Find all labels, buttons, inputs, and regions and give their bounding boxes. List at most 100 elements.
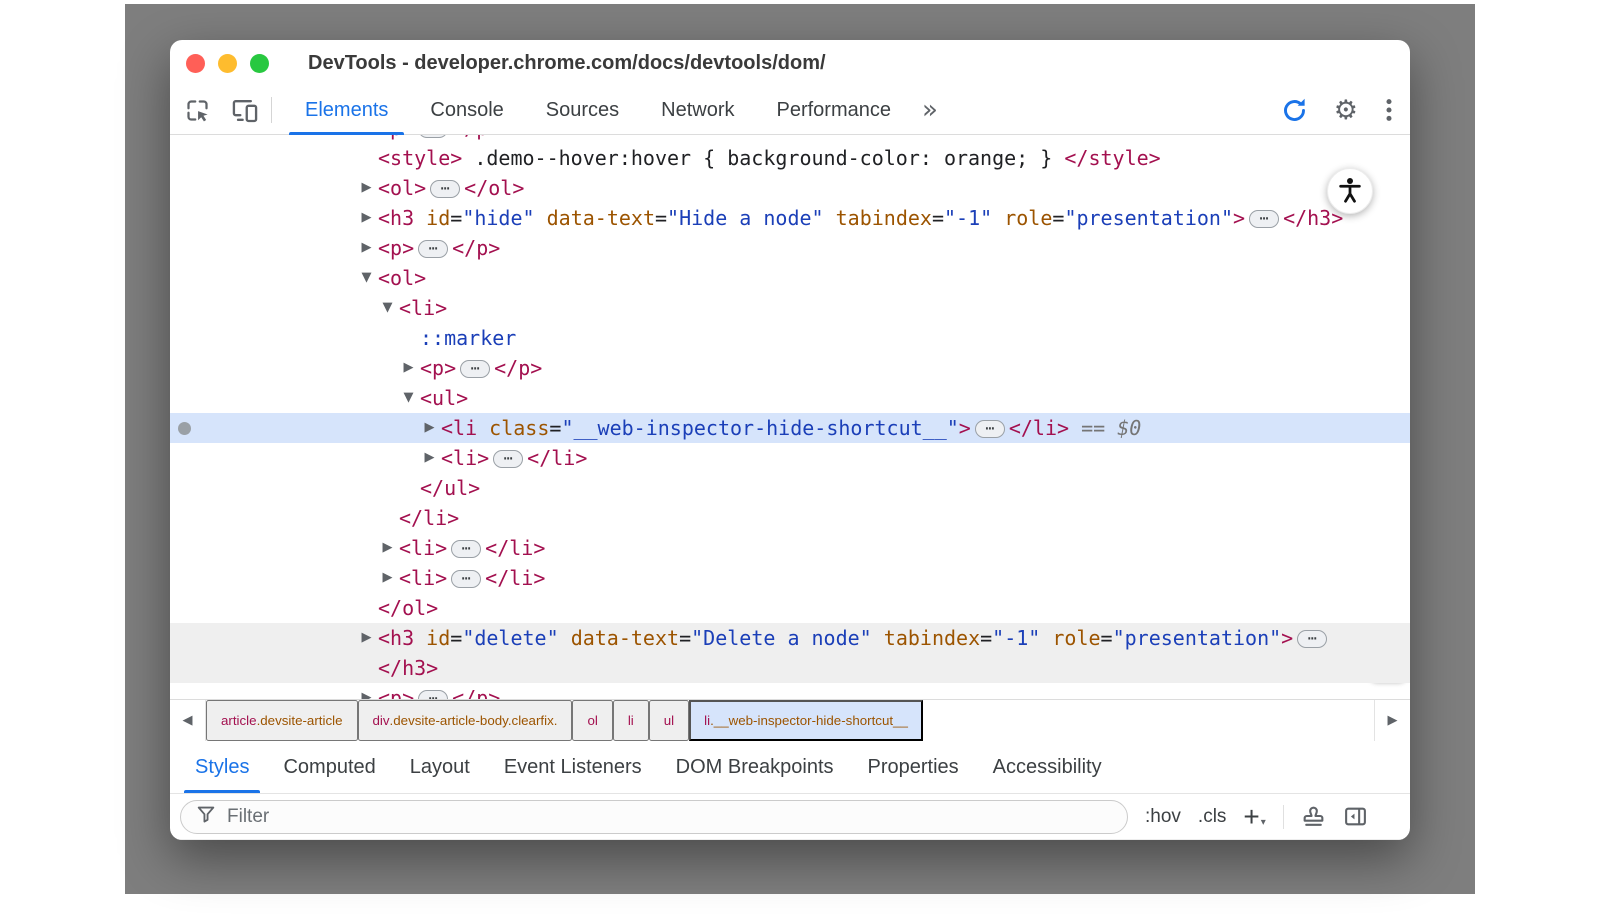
tab-console[interactable]: Console — [409, 86, 524, 135]
code-token: <p> — [378, 236, 414, 260]
collapsed-content-button[interactable]: ⋯ — [418, 690, 448, 699]
devtools-window: DevTools - developer.chrome.com/docs/dev… — [170, 40, 1410, 840]
breadcrumb-item-li-web-inspector-hide-shortcut[interactable]: li.__web-inspector-hide-shortcut__ — [689, 700, 923, 741]
dom-tree-row[interactable]: ▶<p>⋯</p> — [170, 233, 1410, 263]
maximize-window-button[interactable] — [250, 54, 269, 73]
disclosure-arrow[interactable]: ▶ — [421, 443, 438, 473]
dom-tree-row[interactable]: </ul> — [170, 473, 1410, 503]
code-token: tabindex — [836, 206, 932, 230]
code-token: </h3> — [1283, 206, 1343, 230]
sidebar-tab-dom-breakpoints[interactable]: DOM Breakpoints — [659, 741, 851, 793]
disclosure-arrow[interactable]: ▶ — [379, 563, 396, 593]
collapsed-content-button[interactable]: ⋯ — [451, 540, 481, 558]
dom-tree-row[interactable]: ▶<h3 id="hide" data-text="Hide a node" t… — [170, 203, 1410, 233]
breadcrumb-item-ol[interactable]: ol — [572, 700, 612, 741]
dom-tree-row[interactable]: ▶<p>⋯</p> — [170, 353, 1410, 383]
element-classes-button[interactable]: .cls — [1198, 806, 1227, 828]
breadcrumb-item-article-devsite-article[interactable]: article.devsite-article — [206, 700, 358, 741]
code-token: "presentation" — [1064, 206, 1233, 230]
code-token: = — [450, 206, 462, 230]
sidebar-tab-properties[interactable]: Properties — [851, 741, 976, 793]
code-token: "hide" — [462, 206, 534, 230]
code-token: <li> — [399, 566, 447, 590]
tab-network[interactable]: Network — [640, 86, 755, 135]
sidebar-tab-computed[interactable]: Computed — [266, 741, 392, 793]
code-token — [1040, 626, 1052, 650]
tab-elements[interactable]: Elements — [284, 86, 409, 135]
disclosure-arrow[interactable]: ▼ — [400, 383, 417, 413]
collapsed-content-button[interactable]: ⋯ — [460, 360, 490, 378]
tab-sources[interactable]: Sources — [525, 86, 640, 135]
disclosure-arrow[interactable]: ▶ — [421, 413, 438, 443]
code-token: "Delete a node" — [691, 626, 872, 650]
sidebar-tab-event-listeners[interactable]: Event Listeners — [487, 741, 659, 793]
tab-performance[interactable]: Performance — [756, 86, 913, 135]
close-window-button[interactable] — [186, 54, 205, 73]
dom-tree-row[interactable]: ▶<li class="__web-inspector-hide-shortcu… — [170, 413, 1410, 443]
code-token: id — [426, 206, 450, 230]
disclosure-arrow[interactable]: ▶ — [358, 623, 375, 653]
device-toolbar-icon[interactable] — [231, 97, 259, 124]
breadcrumb-scroll-right-button[interactable]: ▶ — [1374, 700, 1410, 741]
sidebar-tab-layout[interactable]: Layout — [393, 741, 487, 793]
dom-tree-row[interactable]: ▼<li> — [170, 293, 1410, 323]
collapsed-content-button[interactable]: ⋯ — [418, 135, 448, 138]
dom-tree-row[interactable]: ▶<li>⋯</li> — [170, 443, 1410, 473]
breadcrumb-item-li[interactable]: li — [613, 700, 649, 741]
disclosure-arrow[interactable]: ▶ — [358, 233, 375, 263]
code-token: ::marker — [420, 326, 516, 350]
new-style-rule-button[interactable]: + ▾ — [1243, 806, 1265, 828]
disclosure-arrow[interactable]: ▶ — [358, 683, 375, 699]
breadcrumb-item-div-devsite-article-body-clearfix[interactable]: div.devsite-article-body.clearfix. — [358, 700, 573, 741]
filter-field[interactable] — [180, 800, 1128, 834]
code-token — [872, 626, 884, 650]
breadcrumb-scroll-left-button[interactable]: ◀ — [170, 700, 206, 741]
disclosure-arrow[interactable]: ▼ — [379, 293, 396, 323]
sidebar-tab-accessibility[interactable]: Accessibility — [976, 741, 1119, 793]
settings-gear-icon[interactable]: ⚙ — [1334, 97, 1358, 124]
crumb-tag: ul — [664, 713, 674, 728]
dom-tree-row[interactable]: </h3> — [170, 653, 1410, 683]
dom-tree-row[interactable]: <style> .demo--hover:hover { background-… — [170, 143, 1410, 173]
collapsed-content-button[interactable]: ⋯ — [493, 450, 523, 468]
collapsed-content-button[interactable]: ⋯ — [451, 570, 481, 588]
disclosure-arrow[interactable]: ▶ — [358, 135, 375, 143]
dom-tree-row[interactable]: ▶<ol>⋯</ol> — [170, 173, 1410, 203]
collapsed-content-button[interactable]: ⋯ — [1297, 630, 1327, 648]
dom-tree-row[interactable]: </ol> — [170, 593, 1410, 623]
sidebar-tab-styles[interactable]: Styles — [178, 741, 266, 793]
dom-tree-row[interactable]: ▶<li>⋯</li> — [170, 533, 1410, 563]
collapsed-content-button[interactable]: ⋯ — [418, 240, 448, 258]
dom-tree-row[interactable]: ::marker — [170, 323, 1410, 353]
dom-tree-row[interactable]: ▼<ol> — [170, 263, 1410, 293]
code-token: </li> — [527, 446, 587, 470]
breadcrumb-item-ul[interactable]: ul — [649, 700, 689, 741]
crumb-tag: ol — [587, 713, 597, 728]
code-token: <ol> — [378, 266, 426, 290]
disclosure-arrow[interactable]: ▶ — [358, 173, 375, 203]
disclosure-arrow[interactable]: ▶ — [358, 203, 375, 233]
minimize-window-button[interactable] — [218, 54, 237, 73]
code-token: id — [426, 626, 450, 650]
code-token: <li> — [399, 536, 447, 560]
more-options-kebab-icon[interactable] — [1384, 98, 1394, 122]
stamp-icon[interactable] — [1301, 804, 1326, 829]
dom-tree-row[interactable]: ▼<ul> — [170, 383, 1410, 413]
more-tabs-button[interactable]: » — [922, 97, 938, 123]
sync-icon[interactable] — [1281, 97, 1308, 124]
filter-input[interactable] — [227, 806, 1113, 828]
inspect-element-icon[interactable] — [184, 97, 211, 124]
disclosure-arrow[interactable]: ▶ — [400, 353, 417, 383]
toggle-element-state-button[interactable]: :hov — [1145, 806, 1181, 828]
dom-tree-row[interactable]: </li> — [170, 503, 1410, 533]
dom-tree-row[interactable]: ▶<li>⋯</li> — [170, 563, 1410, 593]
collapsed-content-button[interactable]: ⋯ — [1249, 210, 1279, 228]
dom-tree-row[interactable]: ▶<h3 id="delete" data-text="Delete a nod… — [170, 623, 1410, 653]
collapsed-content-button[interactable]: ⋯ — [975, 420, 1005, 438]
collapsed-content-button[interactable]: ⋯ — [430, 180, 460, 198]
toggle-sidebar-icon[interactable] — [1343, 804, 1368, 829]
disclosure-arrow[interactable]: ▶ — [379, 533, 396, 563]
dom-tree-row[interactable]: ▶<p>⋯</p> — [170, 683, 1410, 699]
disclosure-arrow[interactable]: ▼ — [358, 263, 375, 293]
dom-tree-row[interactable]: ▶<p>⋯</p> — [170, 135, 1410, 143]
